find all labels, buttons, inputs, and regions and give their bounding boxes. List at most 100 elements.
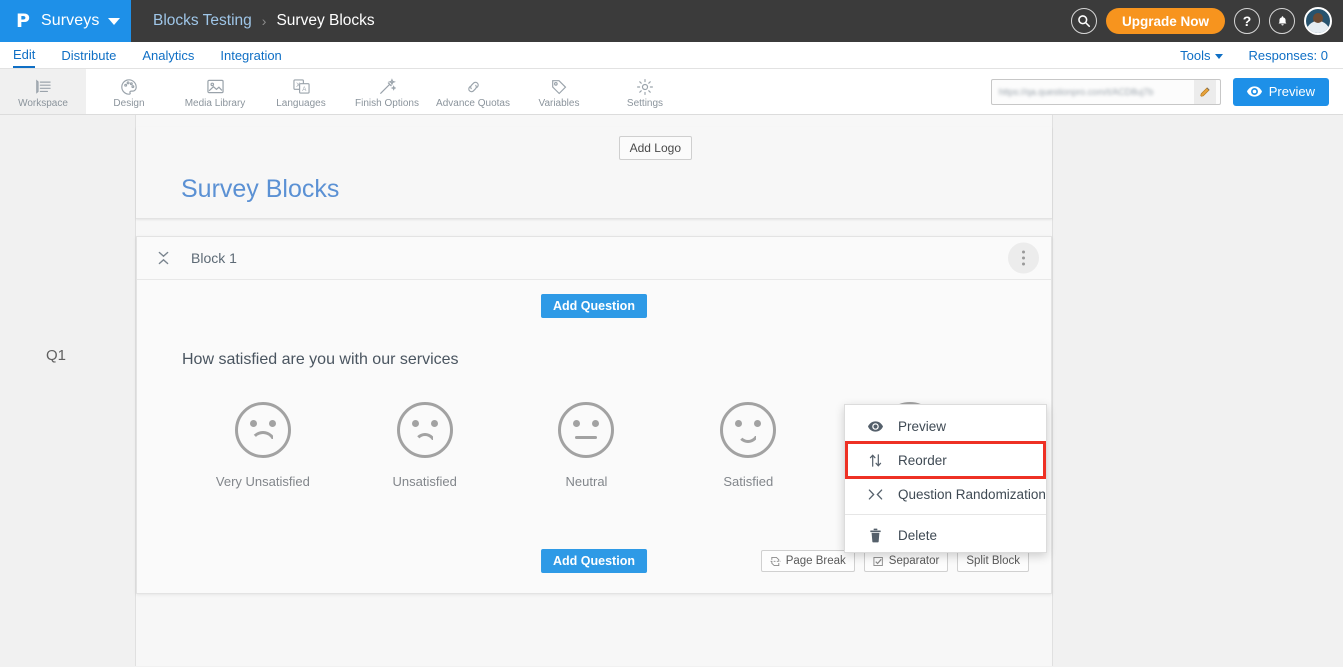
breadcrumb-separator-icon: › bbox=[261, 13, 267, 29]
survey-sheet: Add Logo Survey Blocks Block 1 Add Quest… bbox=[135, 115, 1053, 666]
survey-canvas: Q1 Add Logo Survey Blocks Block 1 Add Qu… bbox=[0, 115, 1343, 666]
scale-option-neutral[interactable]: Neutral bbox=[506, 402, 668, 489]
menu-item-preview[interactable]: Preview bbox=[845, 411, 1046, 441]
nav-right-actions: Tools Responses: 0 bbox=[1180, 48, 1343, 63]
preview-button[interactable]: Preview bbox=[1232, 77, 1329, 106]
eye-icon bbox=[867, 420, 884, 432]
questionpro-logo-icon: P bbox=[16, 9, 30, 32]
tab-integration[interactable]: Integration bbox=[220, 42, 281, 68]
menu-divider bbox=[845, 514, 1046, 515]
top-header-bar: P Surveys Blocks Testing › Survey Blocks… bbox=[0, 0, 1343, 42]
menu-label-question-randomization: Question Randomization bbox=[898, 486, 1046, 502]
gear-icon bbox=[636, 77, 654, 97]
toolstrip-item-workspace[interactable]: Workspace bbox=[0, 69, 86, 114]
eye-left bbox=[573, 420, 581, 427]
toolstrip-item-media-library[interactable]: Media Library bbox=[172, 69, 258, 114]
separator-button[interactable]: Separator bbox=[863, 550, 949, 572]
toolstrip-item-finish-options[interactable]: Finish Options bbox=[344, 69, 430, 114]
toolstrip-item-languages[interactable]: X A Languages bbox=[258, 69, 344, 114]
separator-icon bbox=[873, 556, 883, 566]
user-avatar[interactable] bbox=[1304, 7, 1332, 35]
split-block-button[interactable]: Split Block bbox=[957, 550, 1029, 572]
separator-label: Separator bbox=[888, 555, 940, 567]
mouth-flat bbox=[575, 436, 598, 439]
menu-item-question-randomization[interactable]: Question Randomization bbox=[845, 479, 1046, 509]
smile-face-icon bbox=[720, 402, 777, 458]
add-question-bottom-button[interactable]: Add Question bbox=[541, 549, 647, 573]
kebab-dot bbox=[1022, 250, 1025, 254]
page-break-icon bbox=[770, 556, 781, 566]
toolstrip-label-design: Design bbox=[113, 97, 145, 109]
block-footer-tools: Page Break Separator Split Block bbox=[760, 550, 1029, 572]
question-text[interactable]: How satisfied are you with our services bbox=[182, 351, 1051, 369]
question-number-column: Q1 bbox=[0, 115, 135, 666]
scale-label-neutral: Neutral bbox=[565, 474, 608, 489]
eye-icon bbox=[1246, 86, 1262, 97]
block-header: Block 1 bbox=[137, 237, 1051, 280]
survey-title-card: Add Logo Survey Blocks bbox=[136, 127, 1052, 219]
svg-text:X: X bbox=[296, 82, 300, 89]
menu-label-reorder: Reorder bbox=[898, 452, 947, 468]
menu-item-reorder[interactable]: Reorder bbox=[845, 441, 1046, 479]
survey-url-area: https://qa.questionpro.com/t/ACD8uj7b Pr… bbox=[990, 69, 1343, 114]
eye-left bbox=[411, 420, 419, 427]
frown-big-face-icon bbox=[234, 402, 291, 458]
mouth-frown bbox=[413, 433, 436, 444]
scale-option-satisfied[interactable]: Satisfied bbox=[667, 402, 829, 489]
menu-label-preview: Preview bbox=[898, 418, 947, 434]
toolstrip-label-variables: Variables bbox=[538, 97, 580, 109]
neutral-face-icon bbox=[558, 402, 615, 458]
shuffle-icon bbox=[867, 488, 884, 501]
eye-left bbox=[249, 420, 257, 427]
toolstrip-item-design[interactable]: Design bbox=[86, 69, 172, 114]
workspace-icon bbox=[33, 77, 53, 97]
image-icon bbox=[206, 77, 225, 97]
toolstrip-item-settings[interactable]: Settings bbox=[602, 69, 688, 114]
collapse-icon[interactable] bbox=[155, 251, 171, 265]
question-number-label: Q1 bbox=[46, 347, 67, 364]
block-footer: Add Question Page Break Separator Split … bbox=[137, 549, 1051, 593]
workspace-toolstrip: Workspace Design Media Library X A Langu… bbox=[0, 69, 1343, 115]
translate-icon: X A bbox=[292, 77, 311, 97]
block-title[interactable]: Block 1 bbox=[191, 250, 237, 266]
kebab-dot bbox=[1022, 262, 1025, 266]
toolstrip-label-finish-options: Finish Options bbox=[355, 97, 419, 109]
tab-edit[interactable]: Edit bbox=[13, 42, 36, 68]
tools-menu[interactable]: Tools bbox=[1180, 48, 1223, 63]
add-question-top-button[interactable]: Add Question bbox=[541, 294, 647, 318]
chevron-down-icon bbox=[108, 17, 121, 25]
toolstrip-item-variables[interactable]: Variables bbox=[516, 69, 602, 114]
help-icon[interactable]: ? bbox=[1234, 8, 1260, 34]
page-break-button[interactable]: Page Break bbox=[760, 550, 855, 572]
trash-icon bbox=[867, 528, 884, 543]
toolstrip-label-settings: Settings bbox=[626, 97, 664, 109]
more-vertical-icon[interactable] bbox=[1008, 242, 1039, 274]
add-logo-button[interactable]: Add Logo bbox=[618, 136, 692, 160]
search-icon[interactable] bbox=[1070, 8, 1097, 34]
toolstrip-item-advance-quotas[interactable]: Advance Quotas bbox=[430, 69, 516, 114]
upgrade-now-button[interactable]: Upgrade Now bbox=[1105, 8, 1225, 34]
scale-option-very-unsatisfied[interactable]: Very Unsatisfied bbox=[182, 402, 344, 489]
survey-url-value: https://qa.questionpro.com/t/ACD8uj7b bbox=[998, 86, 1154, 97]
menu-item-delete[interactable]: Delete bbox=[845, 520, 1046, 550]
eye-left bbox=[735, 420, 743, 427]
survey-title[interactable]: Survey Blocks bbox=[181, 175, 339, 204]
breadcrumb-parent-link[interactable]: Blocks Testing bbox=[153, 12, 252, 30]
mouth-smile bbox=[737, 432, 760, 443]
mouth-frown bbox=[249, 431, 276, 444]
eye-right bbox=[430, 420, 438, 427]
pencil-icon[interactable] bbox=[1193, 79, 1216, 104]
toolstrip-label-media-library: Media Library bbox=[184, 97, 246, 109]
tab-analytics[interactable]: Analytics bbox=[142, 42, 194, 68]
tab-distribute[interactable]: Distribute bbox=[61, 42, 116, 68]
responses-count: Responses: 0 bbox=[1248, 47, 1329, 63]
bell-icon[interactable] bbox=[1269, 8, 1295, 34]
scale-option-unsatisfied[interactable]: Unsatisfied bbox=[344, 402, 506, 489]
brand-surveys-menu[interactable]: P Surveys bbox=[0, 0, 131, 42]
add-question-top-row: Add Question bbox=[137, 294, 1051, 318]
menu-label-delete: Delete bbox=[898, 527, 938, 543]
survey-url-field[interactable]: https://qa.questionpro.com/t/ACD8uj7b bbox=[990, 78, 1221, 105]
frown-face-icon bbox=[396, 402, 453, 458]
avatar-head bbox=[1313, 13, 1323, 23]
scale-label-satisfied: Satisfied bbox=[723, 474, 774, 489]
